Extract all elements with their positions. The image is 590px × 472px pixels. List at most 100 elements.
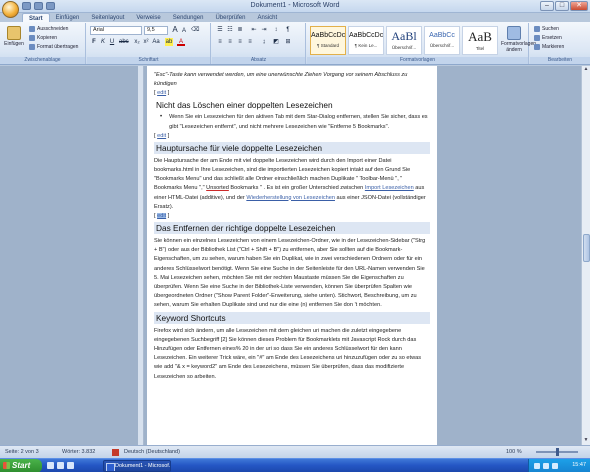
align-right-icon[interactable]: ≡: [236, 38, 244, 46]
scroll-thumb[interactable]: [583, 234, 590, 262]
clock[interactable]: 15:47: [572, 462, 586, 468]
style-kein-leerraum[interactable]: AaBbCcDc ¶ Kein Le...: [348, 26, 384, 55]
paragraph: Die Hauptursache der am Ende mit viel do…: [154, 157, 426, 210]
replace-button[interactable]: Ersetzen: [534, 35, 562, 41]
font-size-combo[interactable]: 9,5: [144, 26, 168, 35]
proofing-icon[interactable]: [112, 449, 119, 456]
replace-icon: [534, 35, 540, 41]
system-tray: 15:47: [528, 459, 590, 472]
close-button[interactable]: ✕: [570, 1, 588, 11]
start-button[interactable]: Start: [0, 459, 42, 472]
bold-button[interactable]: F: [90, 38, 98, 46]
volume-icon[interactable]: [543, 463, 549, 469]
change-styles-button[interactable]: Formatvorlagen ändern: [501, 26, 536, 53]
edit-link[interactable]: [ edit ]: [154, 213, 430, 221]
paste-button[interactable]: Einfügen: [3, 26, 25, 47]
paragraph-group: ☰ ☷ ≣ ⇤ ⇥ ↕ ¶ ≡ ≡ ≡ ≡ ↨ ◩ ⊞ Absatz: [212, 23, 306, 64]
subscript-icon[interactable]: x₂: [133, 38, 141, 46]
paragraph: Firefox wird sich ändern, um alle Leseze…: [154, 327, 422, 380]
borders-icon[interactable]: ⊞: [284, 38, 292, 46]
section-heading: Das Entfernen der richtige doppelte Lese…: [154, 222, 430, 235]
vertical-ruler: [138, 66, 144, 445]
shading-icon[interactable]: ◩: [272, 38, 280, 46]
select-arrow-icon: [534, 44, 540, 50]
word-count[interactable]: Wörter: 3.832: [62, 449, 95, 455]
minimize-button[interactable]: –: [540, 1, 554, 11]
style-ueberschrift-1[interactable]: AaBl Überschrif...: [386, 26, 422, 55]
scroll-up-icon[interactable]: ▲: [582, 66, 590, 74]
pilcrow-icon[interactable]: ¶: [284, 26, 292, 34]
style-ueberschrift-2[interactable]: AaBbCc Überschrif...: [424, 26, 460, 55]
align-left-icon[interactable]: ≡: [216, 38, 224, 46]
paragraph-group-label: Absatz: [212, 57, 305, 64]
section-heading: Hauptursache für viele doppelte Lesezeic…: [154, 141, 430, 154]
zoom-slider[interactable]: [536, 448, 578, 456]
grow-font-button[interactable]: A: [171, 26, 179, 34]
binoculars-icon: [534, 26, 540, 32]
maximize-button[interactable]: □: [555, 1, 569, 11]
sort-icon[interactable]: ↕: [272, 26, 280, 34]
intro-line-2: kündigen: [154, 81, 177, 88]
document-area: "Esc"-Taste kann verwendet werden, um ei…: [0, 66, 590, 445]
network-icon[interactable]: [534, 463, 540, 469]
section-heading: Keyword Shortcuts: [154, 311, 430, 324]
intro-line-1: "Esc"-Taste kann verwendet werden, um ei…: [154, 72, 408, 78]
desktop-icon[interactable]: [47, 462, 54, 469]
styles-icon: [507, 26, 521, 40]
bullets-icon[interactable]: ☰: [216, 26, 224, 34]
taskbar-word-task[interactable]: Dokument1 - Microsof...: [103, 460, 171, 472]
scroll-down-icon[interactable]: ▼: [582, 437, 590, 445]
italic-button[interactable]: K: [99, 38, 107, 46]
restore-link[interactable]: Wiederherstellung von Lesezeichen: [246, 195, 335, 201]
increase-indent-icon[interactable]: ⇥: [260, 26, 268, 34]
office-button[interactable]: [2, 1, 19, 18]
underline-button[interactable]: U: [108, 38, 116, 46]
vertical-scrollbar[interactable]: ▲ ▼: [581, 66, 590, 445]
ribbon: Einfügen Ausschneiden Kopieren Format üb…: [0, 22, 590, 65]
section-heading: Nicht das Löschen einer doppelten Leseze…: [156, 100, 333, 111]
bullet-icon: •: [160, 114, 163, 121]
styles-group-label: Formatvorlagen: [307, 57, 528, 64]
numbering-icon[interactable]: ☷: [226, 26, 234, 34]
style-standard[interactable]: AaBbCcDc ¶ Standard: [310, 26, 346, 55]
copy-button[interactable]: Kopieren: [29, 35, 57, 41]
import-link[interactable]: Import Lesezeichen: [365, 185, 414, 191]
align-center-icon[interactable]: ≡: [226, 38, 234, 46]
brush-icon: [29, 44, 35, 50]
decrease-indent-icon[interactable]: ⇤: [250, 26, 258, 34]
strikethrough-icon[interactable]: abc: [119, 38, 129, 46]
browser-icon[interactable]: [57, 462, 64, 469]
language-indicator[interactable]: Deutsch (Deutschland): [124, 449, 180, 455]
zoom-level[interactable]: 100 %: [506, 449, 522, 455]
font-name-combo[interactable]: Arial: [90, 26, 142, 35]
font-color-icon[interactable]: A: [177, 38, 185, 46]
quick-launch: [47, 462, 74, 469]
page-count[interactable]: Seite: 2 von 3: [5, 449, 39, 455]
find-button[interactable]: Suchen: [534, 26, 559, 32]
change-case-icon[interactable]: Aa: [152, 38, 160, 46]
paragraph: Sie können ein einzelnes Lesezeichen von…: [154, 238, 426, 309]
line-spacing-icon[interactable]: ↨: [260, 38, 268, 46]
select-button[interactable]: Markieren: [534, 44, 564, 50]
paste-icon: [7, 26, 21, 40]
title-bar: Dokument1 - Microsoft Word – □ ✕: [0, 0, 590, 13]
media-icon[interactable]: [67, 462, 74, 469]
status-bar: Seite: 2 von 3 Wörter: 3.832 Deutsch (De…: [0, 445, 590, 458]
superscript-icon[interactable]: x²: [142, 38, 150, 46]
multilevel-list-icon[interactable]: ≣: [236, 26, 244, 34]
window-title: Dokument1 - Microsoft Word: [250, 2, 340, 9]
edit-link[interactable]: [ edit ]: [154, 133, 430, 141]
shrink-font-button[interactable]: A: [180, 27, 188, 35]
font-group: Arial 9,5 A A ⌫ F K U abc x₂ x² Aa ab A …: [87, 23, 211, 64]
document-page[interactable]: "Esc"-Taste kann verwendet werden, um ei…: [147, 66, 437, 445]
style-titel[interactable]: AaB Titel: [462, 26, 498, 55]
justify-icon[interactable]: ≡: [246, 38, 254, 46]
clipboard-group-label: Zwischenablage: [0, 57, 85, 64]
edit-link[interactable]: [ edit ]: [154, 90, 430, 98]
cut-button[interactable]: Ausschneiden: [29, 26, 68, 32]
security-icon[interactable]: [552, 463, 558, 469]
format-painter-button[interactable]: Format übertragen: [29, 44, 78, 50]
clear-format-icon[interactable]: ⌫: [191, 26, 199, 34]
font-group-label: Schriftart: [87, 57, 210, 64]
highlight-icon[interactable]: ab: [165, 38, 173, 46]
